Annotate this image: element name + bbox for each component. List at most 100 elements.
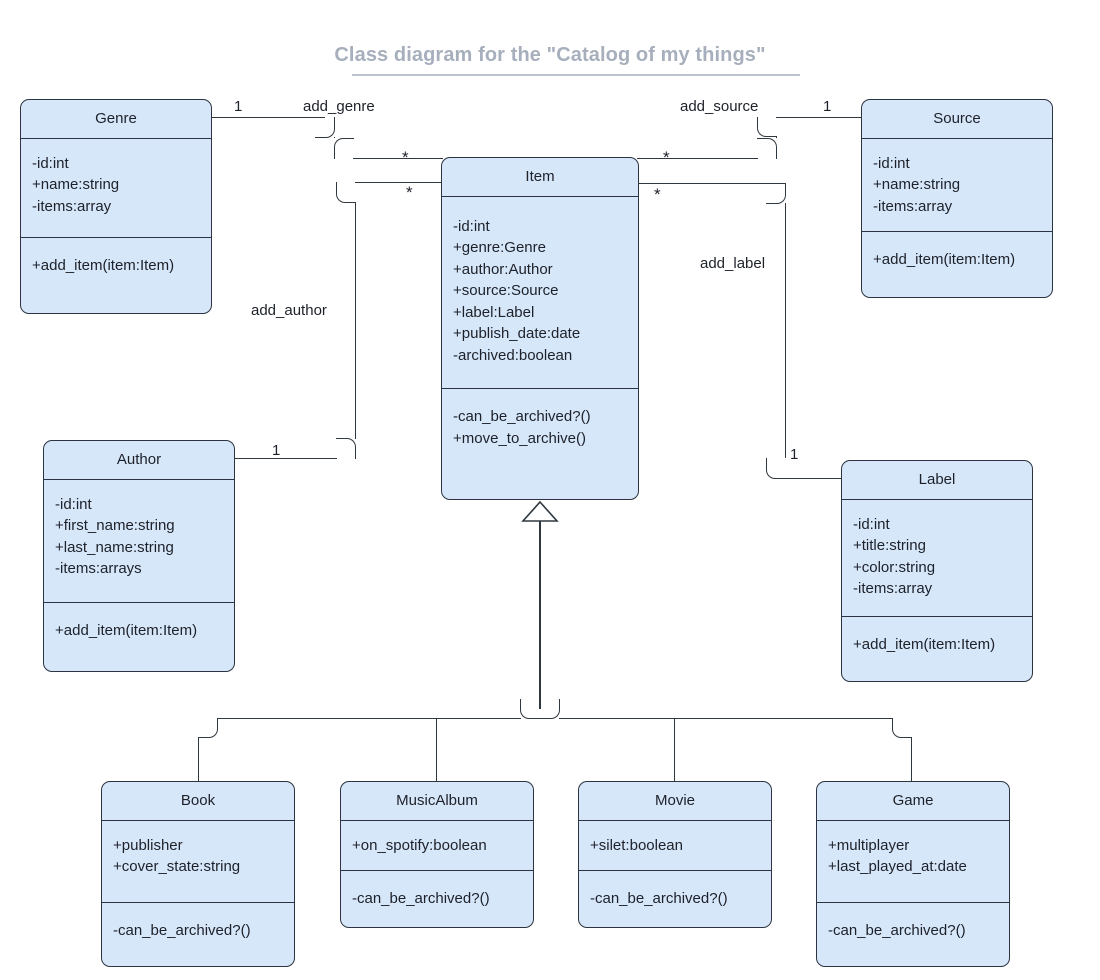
class-name-movie: Movie [579,782,771,821]
attribute-row: -items:arrays [55,560,142,577]
attribute-row: -items:array [853,580,933,597]
edge-inherit-stem [539,519,541,709]
attribute-row: -id:int [32,154,69,172]
class-attributes-item: -id:int +genre:Genre +author:Author +sou… [442,197,638,389]
class-attributes-source: -id:int +name:string -items:array [862,139,1052,232]
attribute-row: +publish_date:date [453,325,581,342]
class-name-author: Author [44,441,234,480]
class-box-musicalbum[interactable]: MusicAlbum +on_spotify:boolean -can_be_a… [340,781,534,928]
class-name-musicalbum: MusicAlbum [341,782,533,821]
multiplicity-item-genre-star: * [402,148,409,167]
attribute-row: -items:array [32,197,112,215]
attribute-row: +last_name:string [55,538,174,556]
edge-add-source-seg1 [637,158,758,160]
attribute-row: +on_spotify:boolean [352,836,487,854]
class-box-label[interactable]: Label -id:int +title:string +color:strin… [841,460,1033,682]
multiplicity-source-1: 1 [823,98,832,115]
title-underline [352,74,800,76]
class-attributes-book: +publisher +cover_state:string [102,821,294,902]
edge-add-author-corner1 [336,438,356,459]
edge-add-genre-seg2 [334,137,336,138]
edge-inherit-drop-game-corner [892,718,912,738]
edge-inherit-bus-right [559,718,893,720]
attribute-row: -items:array [873,197,953,215]
class-name-label: Label [842,461,1032,500]
attribute-row: +label:Label [453,303,535,321]
class-methods-source: +add_item(item:Item) [862,231,1052,285]
edge-add-label-corner1 [766,183,786,204]
method-row: +add_item(item:Item) [32,257,175,274]
class-name-game: Game [817,782,1009,821]
edge-add-label-seg2 [785,203,787,458]
class-methods-musicalbum: -can_be_archived?() [341,870,533,924]
edge-add-genre-seg1 [212,117,325,119]
class-attributes-author: -id:int +first_name:string +last_name:st… [44,480,234,602]
edge-add-label-corner2 [766,458,786,479]
attribute-row: -archived:boolean [453,346,573,364]
multiplicity-genre-1: 1 [234,98,243,115]
edge-inherit-bus-right-corner [540,699,560,719]
method-row: -can_be_archived?() [828,921,966,939]
multiplicity-item-source-star: * [663,148,670,167]
class-attributes-game: +multiplayer +last_played_at:date [817,821,1009,902]
class-box-author[interactable]: Author -id:int +first_name:string +last_… [43,440,235,672]
edge-add-source-corner1 [757,138,777,159]
edge-add-source-corner2 [757,117,777,137]
class-name-book: Book [102,782,294,821]
edge-label-add-author: add_author [251,302,327,319]
class-box-source[interactable]: Source -id:int +name:string -items:array… [861,99,1053,298]
edge-inherit-bus-left [217,718,521,720]
class-methods-label: +add_item(item:Item) [842,615,1032,670]
edge-add-genre-corner2 [334,138,354,159]
edge-inherit-drop-movie [674,718,676,781]
method-row: -can_be_archived?() [590,890,728,907]
class-name-item: Item [442,158,638,197]
class-box-game[interactable]: Game +multiplayer +last_played_at:date -… [816,781,1010,967]
edge-add-genre-corner1 [315,117,335,138]
edge-inherit-bus-left-corner [520,699,540,719]
class-box-genre[interactable]: Genre -id:int +name:string -items:array … [20,99,212,314]
class-methods-item: -can_be_archived?() +move_to_archive() [442,388,638,463]
edge-inherit-drop-musicalbum [436,718,438,781]
attribute-row: +name:string [32,176,120,193]
attribute-row: +publisher [113,836,183,854]
edge-add-author-corner2 [336,182,356,203]
attribute-row: +first_name:string [55,517,175,534]
method-row: -can_be_archived?() [453,408,591,425]
class-box-book[interactable]: Book +publisher +cover_state:string -can… [101,781,295,967]
method-row: +add_item(item:Item) [873,251,1016,268]
class-methods-game: -can_be_archived?() [817,901,1009,956]
class-methods-book: -can_be_archived?() [102,901,294,956]
page-title: Class diagram for the "Catalog of my thi… [334,44,766,66]
attribute-row: +color:string [853,558,936,576]
attribute-row: -id:int [453,217,490,235]
method-row: -can_be_archived?() [113,921,251,939]
method-row: +move_to_archive() [453,429,586,447]
attribute-row: +multiplayer [828,836,910,854]
attribute-row: +cover_state:string [113,858,241,875]
class-diagram-canvas: Class diagram for the "Catalog of my thi… [0,0,1100,980]
multiplicity-item-label-star: * [654,185,661,204]
class-attributes-label: -id:int +title:string +color:string -ite… [842,500,1032,616]
attribute-row: +source:Source [453,282,559,299]
edge-label-add-genre: add_genre [303,98,375,115]
multiplicity-label-1: 1 [790,446,799,463]
multiplicity-author-1: 1 [272,442,281,459]
class-name-genre: Genre [21,100,211,139]
edge-add-genre-seg3 [353,158,443,160]
multiplicity-item-author-star: * [406,183,413,202]
attribute-row: +name:string [873,176,961,193]
class-box-item[interactable]: Item -id:int +genre:Genre +author:Author… [441,157,639,500]
class-box-movie[interactable]: Movie +silet:boolean -can_be_archived?() [578,781,772,928]
edge-label-add_source: add_source [680,98,759,115]
attribute-row: +silet:boolean [590,836,683,854]
edge-add-author-seg3 [355,182,443,184]
edge-inherit-drop-book [198,737,200,781]
class-attributes-movie: +silet:boolean [579,821,771,871]
attribute-row: +title:string [853,537,926,554]
edge-add-source-seg3 [776,117,862,119]
class-name-source: Source [862,100,1052,139]
class-methods-movie: -can_be_archived?() [579,870,771,924]
attribute-row: +author:Author [453,260,553,278]
edge-inherit-drop-game [911,737,913,781]
